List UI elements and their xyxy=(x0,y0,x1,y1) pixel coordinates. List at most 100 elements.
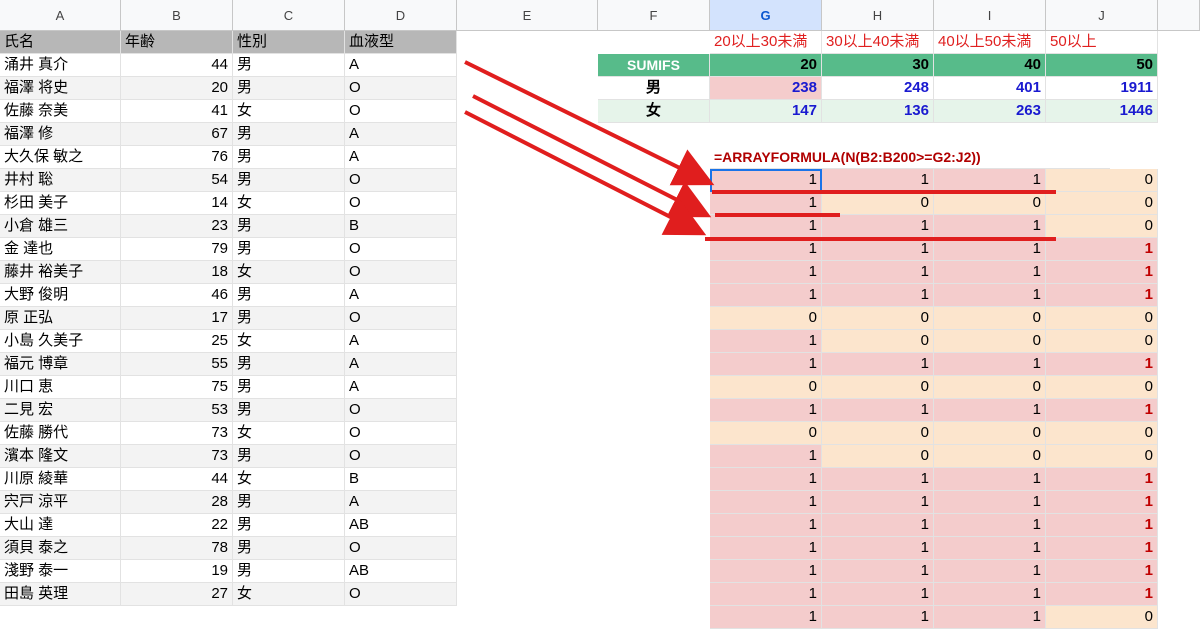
flag-cell[interactable]: 1 xyxy=(822,284,934,307)
person-blood[interactable]: B xyxy=(345,468,457,491)
person-name[interactable]: 大山 達 xyxy=(0,514,121,537)
person-gender[interactable]: 男 xyxy=(233,54,345,77)
column-header-B[interactable]: B xyxy=(121,0,233,31)
person-name[interactable]: 川口 恵 xyxy=(0,376,121,399)
male-sum[interactable]: 1911 xyxy=(1046,77,1158,100)
flag-cell[interactable]: 1 xyxy=(1046,560,1158,583)
flag-cell[interactable]: 1 xyxy=(934,215,1046,238)
flag-cell[interactable]: 0 xyxy=(934,307,1046,330)
person-blood[interactable]: O xyxy=(345,583,457,606)
person-name[interactable]: 大野 俊明 xyxy=(0,284,121,307)
flag-cell[interactable]: 1 xyxy=(934,514,1046,537)
header-blood[interactable]: 血液型 xyxy=(345,31,457,54)
flag-cell[interactable]: 0 xyxy=(822,330,934,353)
person-gender[interactable]: 男 xyxy=(233,169,345,192)
person-gender[interactable]: 男 xyxy=(233,376,345,399)
flag-cell[interactable]: 0 xyxy=(822,192,934,215)
person-gender[interactable]: 男 xyxy=(233,307,345,330)
person-age[interactable]: 28 xyxy=(121,491,233,514)
flag-cell[interactable]: 1 xyxy=(822,514,934,537)
flag-cell[interactable]: 1 xyxy=(1046,468,1158,491)
person-name[interactable]: 福元 博章 xyxy=(0,353,121,376)
flag-cell[interactable]: 0 xyxy=(934,330,1046,353)
flag-cell[interactable]: 1 xyxy=(1046,583,1158,606)
person-blood[interactable]: A xyxy=(345,123,457,146)
person-gender[interactable]: 男 xyxy=(233,215,345,238)
person-age[interactable]: 20 xyxy=(121,77,233,100)
flag-cell[interactable]: 1 xyxy=(822,583,934,606)
flag-cell[interactable]: 0 xyxy=(710,376,822,399)
flag-cell[interactable]: 0 xyxy=(1046,192,1158,215)
column-header-D[interactable]: D xyxy=(345,0,457,31)
person-gender[interactable]: 女 xyxy=(233,100,345,123)
threshold-cell[interactable]: 50 xyxy=(1046,54,1158,77)
person-name[interactable]: 福澤 修 xyxy=(0,123,121,146)
flag-cell[interactable]: 1 xyxy=(710,537,822,560)
person-blood[interactable]: O xyxy=(345,445,457,468)
range-label[interactable]: 20以上30未満 xyxy=(710,31,822,54)
flag-cell[interactable]: 0 xyxy=(1046,169,1158,192)
person-gender[interactable]: 男 xyxy=(233,123,345,146)
flag-cell[interactable]: 1 xyxy=(1046,353,1158,376)
person-name[interactable]: 大久保 敏之 xyxy=(0,146,121,169)
person-blood[interactable]: O xyxy=(345,100,457,123)
person-age[interactable]: 79 xyxy=(121,238,233,261)
person-age[interactable]: 22 xyxy=(121,514,233,537)
flag-cell[interactable]: 1 xyxy=(822,537,934,560)
flag-cell[interactable]: 1 xyxy=(934,353,1046,376)
flag-cell[interactable]: 0 xyxy=(1046,606,1158,629)
flag-cell[interactable]: 0 xyxy=(1046,445,1158,468)
flag-cell[interactable]: 1 xyxy=(710,514,822,537)
flag-cell[interactable]: 0 xyxy=(1046,215,1158,238)
person-age[interactable]: 44 xyxy=(121,468,233,491)
person-name[interactable]: 杉田 美子 xyxy=(0,192,121,215)
person-gender[interactable]: 男 xyxy=(233,399,345,422)
person-name[interactable]: 原 正弘 xyxy=(0,307,121,330)
flag-cell[interactable]: 1 xyxy=(1046,238,1158,261)
male-sum[interactable]: 401 xyxy=(934,77,1046,100)
person-name[interactable]: 濱本 隆文 xyxy=(0,445,121,468)
person-gender[interactable]: 男 xyxy=(233,77,345,100)
flag-cell[interactable]: 1 xyxy=(710,215,822,238)
person-age[interactable]: 67 xyxy=(121,123,233,146)
flag-cell[interactable]: 0 xyxy=(822,376,934,399)
flag-cell[interactable]: 0 xyxy=(934,445,1046,468)
header-name[interactable]: 氏名 xyxy=(0,31,121,54)
male-label[interactable]: 男 xyxy=(598,77,710,100)
flag-cell[interactable]: 0 xyxy=(822,422,934,445)
person-blood[interactable]: A xyxy=(345,353,457,376)
flag-cell[interactable]: 1 xyxy=(934,169,1046,192)
flag-cell[interactable]: 1 xyxy=(934,583,1046,606)
person-age[interactable]: 17 xyxy=(121,307,233,330)
flag-cell[interactable]: 1 xyxy=(710,583,822,606)
person-name[interactable]: 藤井 裕美子 xyxy=(0,261,121,284)
person-blood[interactable]: A xyxy=(345,146,457,169)
person-age[interactable]: 23 xyxy=(121,215,233,238)
male-sum[interactable]: 238 xyxy=(710,77,822,100)
person-gender[interactable]: 男 xyxy=(233,284,345,307)
header-age[interactable]: 年齢 xyxy=(121,31,233,54)
flag-cell[interactable]: 1 xyxy=(934,491,1046,514)
person-blood[interactable]: O xyxy=(345,192,457,215)
flag-cell[interactable]: 1 xyxy=(710,606,822,629)
flag-cell[interactable]: 1 xyxy=(710,261,822,284)
range-label[interactable]: 50以上 xyxy=(1046,31,1158,54)
person-blood[interactable]: AB xyxy=(345,560,457,583)
flag-cell[interactable]: 1 xyxy=(1046,537,1158,560)
female-sum[interactable]: 136 xyxy=(822,100,934,123)
spreadsheet[interactable]: A B C D E F G H I J 氏名 年齢 性別 血液型 20以上30未満 30以上40未満 40以上5… xyxy=(0,0,1200,629)
flag-cell[interactable]: 1 xyxy=(822,261,934,284)
flag-cell[interactable]: 1 xyxy=(822,468,934,491)
person-gender[interactable]: 男 xyxy=(233,238,345,261)
threshold-cell[interactable]: 20 xyxy=(710,54,822,77)
person-age[interactable]: 19 xyxy=(121,560,233,583)
flag-cell[interactable]: 1 xyxy=(822,399,934,422)
person-name[interactable]: 佐藤 勝代 xyxy=(0,422,121,445)
flag-cell[interactable]: 1 xyxy=(1046,514,1158,537)
flag-cell[interactable]: 1 xyxy=(710,169,822,192)
flag-cell[interactable]: 1 xyxy=(934,238,1046,261)
person-blood[interactable]: AB xyxy=(345,514,457,537)
flag-cell[interactable]: 1 xyxy=(710,284,822,307)
sumifs-label[interactable]: SUMIFS xyxy=(598,54,710,77)
person-gender[interactable]: 女 xyxy=(233,261,345,284)
